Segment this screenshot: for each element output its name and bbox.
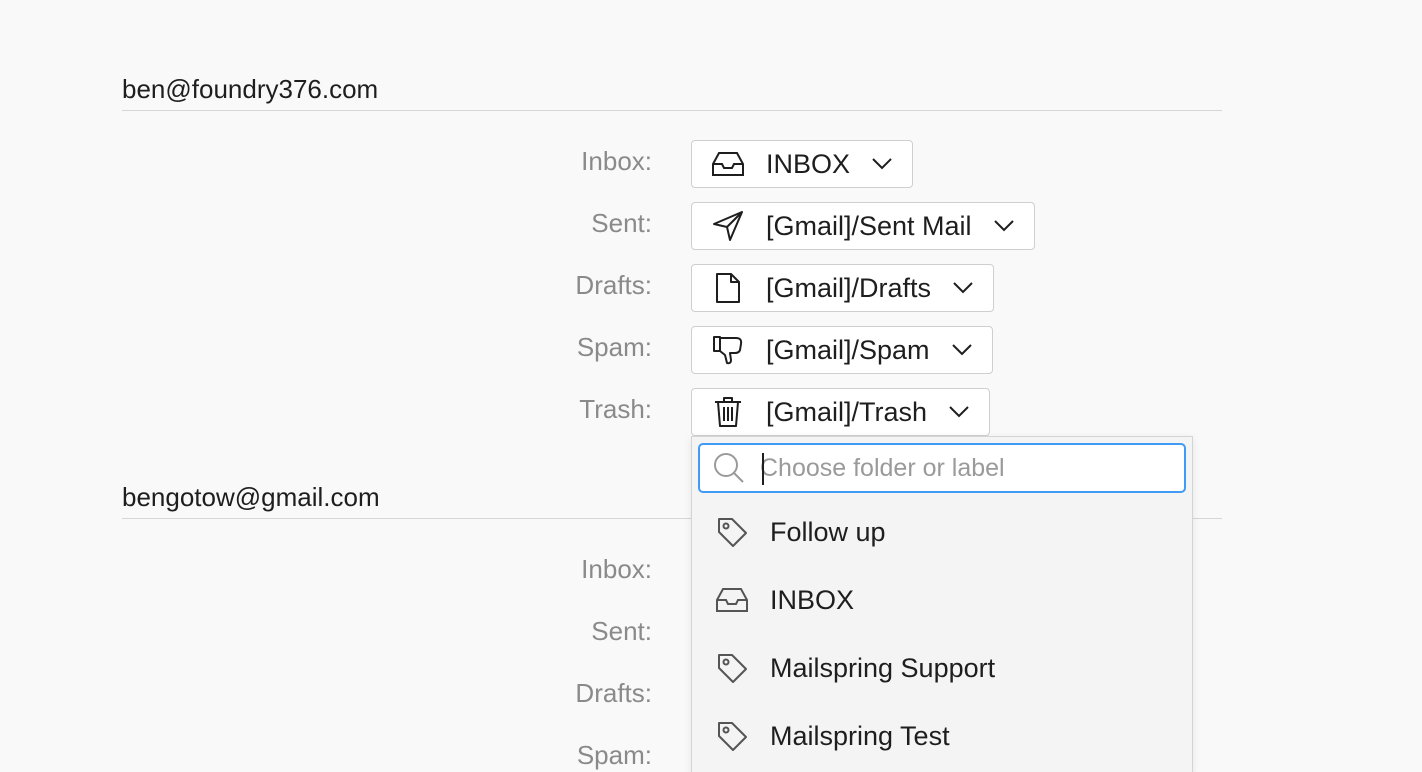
chevron-down-icon bbox=[950, 338, 974, 362]
chevron-down-icon bbox=[992, 214, 1016, 238]
account-header: ben@foundry376.com bbox=[122, 72, 1222, 111]
tag-icon bbox=[714, 514, 750, 550]
inbox-icon bbox=[714, 582, 750, 618]
spam-label: Spam: bbox=[576, 332, 652, 362]
send-icon bbox=[710, 208, 746, 244]
tag-icon bbox=[714, 650, 750, 686]
drafts-folder-name: [Gmail]/Drafts bbox=[766, 272, 932, 303]
chevron-down-icon bbox=[951, 276, 975, 300]
sent-folder-name: [Gmail]/Sent Mail bbox=[766, 210, 972, 241]
account-settings-page: ben@foundry376.com Inbox: INBOX Sent: [G… bbox=[0, 0, 1422, 772]
dropdown-item-follow-up[interactable]: Follow up bbox=[692, 498, 1192, 566]
trash-folder-name: [Gmail]/Trash bbox=[766, 396, 928, 427]
sent-label: Sent: bbox=[591, 208, 652, 238]
dropdown-item-mailspring-support[interactable]: Mailspring Support bbox=[692, 634, 1192, 702]
chevron-down-icon bbox=[870, 152, 894, 176]
account-email: ben@foundry376.com bbox=[122, 74, 379, 104]
drafts-label: Drafts: bbox=[575, 678, 652, 708]
text-caret bbox=[762, 453, 764, 485]
inbox-folder-select[interactable]: INBOX bbox=[691, 140, 914, 188]
sent-label: Sent: bbox=[591, 616, 652, 646]
thumbs-down-icon bbox=[710, 332, 746, 368]
spam-folder-name: [Gmail]/Spam bbox=[766, 334, 930, 365]
dropdown-item-label: INBOX bbox=[770, 584, 855, 615]
drafts-label: Drafts: bbox=[575, 270, 652, 300]
dropdown-item-label: Mailspring Test bbox=[770, 720, 950, 751]
dropdown-item-label: Follow up bbox=[770, 516, 886, 547]
dropdown-item-mailspring-test[interactable]: Mailspring Test bbox=[692, 702, 1192, 770]
trash-folder-select[interactable]: [Gmail]/Trash bbox=[691, 388, 991, 436]
inbox-folder-name: INBOX bbox=[766, 148, 851, 179]
spam-label: Spam: bbox=[576, 740, 652, 770]
account-email: bengotow@gmail.com bbox=[122, 482, 380, 512]
inbox-label: Inbox: bbox=[581, 146, 652, 176]
drafts-folder-select[interactable]: [Gmail]/Drafts bbox=[691, 264, 995, 312]
folder-dropdown-menu: Follow up INBOX Mailspring Support bbox=[691, 436, 1193, 772]
spam-folder-select[interactable]: [Gmail]/Spam bbox=[691, 326, 993, 374]
dropdown-item-label: Mailspring Support bbox=[770, 652, 996, 683]
trash-icon bbox=[710, 394, 746, 430]
chevron-down-icon bbox=[947, 400, 971, 424]
sent-folder-select[interactable]: [Gmail]/Sent Mail bbox=[691, 202, 1035, 250]
inbox-label: Inbox: bbox=[581, 554, 652, 584]
document-icon bbox=[710, 270, 746, 306]
folder-search-input[interactable] bbox=[760, 453, 1160, 483]
trash-label: Trash: bbox=[579, 394, 652, 424]
folder-search-box[interactable] bbox=[698, 443, 1186, 493]
search-icon bbox=[712, 451, 746, 485]
tag-icon bbox=[714, 718, 750, 754]
inbox-icon bbox=[710, 146, 746, 182]
dropdown-item-inbox[interactable]: INBOX bbox=[692, 566, 1192, 634]
